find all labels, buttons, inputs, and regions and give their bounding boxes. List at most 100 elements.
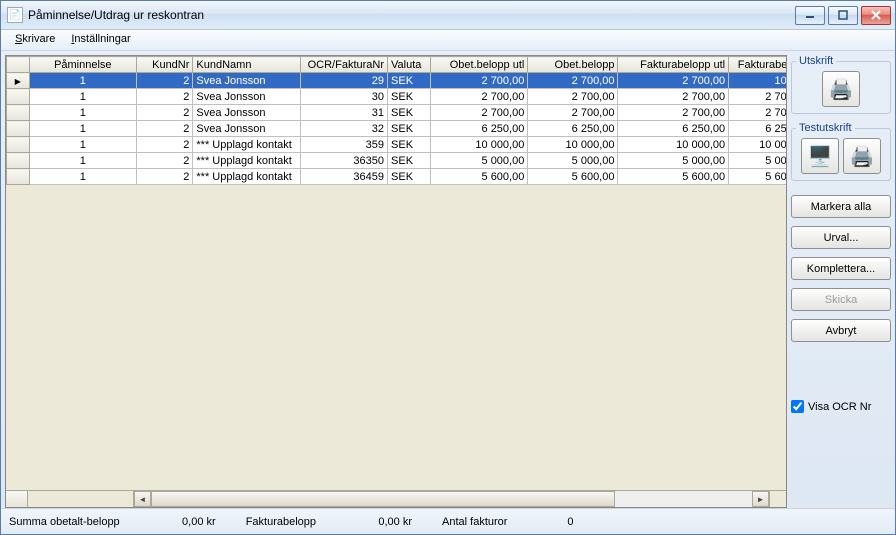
- cell-fakturabelopp[interactable]: 5 000,0: [729, 153, 786, 169]
- cell-paminnelse[interactable]: 1: [29, 89, 137, 105]
- cell-paminnelse[interactable]: 1: [29, 153, 137, 169]
- cell-fakturabelopp-utl[interactable]: 2 700,00: [618, 73, 729, 89]
- row-header[interactable]: [7, 105, 30, 121]
- cell-fakturabelopp-utl[interactable]: 10 000,00: [618, 137, 729, 153]
- cell-obet-utl[interactable]: 2 700,00: [431, 105, 528, 121]
- cell-fakturabelopp[interactable]: 2 700,0: [729, 105, 786, 121]
- scroll-thumb[interactable]: [151, 491, 615, 507]
- cell-kundnamn[interactable]: *** Upplagd kontakt: [193, 137, 301, 153]
- table-row[interactable]: 12Svea Jonsson31SEK2 700,002 700,002 700…: [7, 105, 787, 121]
- cell-kundnamn[interactable]: Svea Jonsson: [193, 73, 301, 89]
- cell-valuta[interactable]: SEK: [388, 137, 431, 153]
- col-valuta[interactable]: Valuta: [388, 57, 431, 73]
- skicka-button[interactable]: Skicka: [791, 288, 891, 311]
- cell-paminnelse[interactable]: 1: [29, 137, 137, 153]
- row-header[interactable]: [7, 89, 30, 105]
- avbryt-button[interactable]: Avbryt: [791, 319, 891, 342]
- cell-kundnr[interactable]: 2: [137, 121, 193, 137]
- cell-fakturabelopp[interactable]: 6 250,0: [729, 121, 786, 137]
- cell-fakturabelopp[interactable]: 100,0: [729, 73, 786, 89]
- row-header[interactable]: [7, 73, 30, 89]
- data-grid[interactable]: Påminnelse KundNr KundNamn OCR/FakturaNr…: [5, 55, 787, 508]
- cell-ocr[interactable]: 32: [300, 121, 387, 137]
- table-row[interactable]: 12Svea Jonsson29SEK2 700,002 700,002 700…: [7, 73, 787, 89]
- table-row[interactable]: 12*** Upplagd kontakt36459SEK5 600,005 6…: [7, 169, 787, 185]
- table-row[interactable]: 12*** Upplagd kontakt36350SEK5 000,005 0…: [7, 153, 787, 169]
- close-button[interactable]: [861, 6, 891, 25]
- cell-kundnamn[interactable]: *** Upplagd kontakt: [193, 169, 301, 185]
- cell-kundnamn[interactable]: *** Upplagd kontakt: [193, 153, 301, 169]
- cell-obet[interactable]: 2 700,00: [528, 89, 618, 105]
- menu-skrivare[interactable]: Skrivare: [7, 30, 63, 50]
- urval-button[interactable]: Urval...: [791, 226, 891, 249]
- cell-kundnamn[interactable]: Svea Jonsson: [193, 105, 301, 121]
- cell-obet[interactable]: 5 600,00: [528, 169, 618, 185]
- cell-obet[interactable]: 6 250,00: [528, 121, 618, 137]
- cell-kundnr[interactable]: 2: [137, 73, 193, 89]
- komplettera-button[interactable]: Komplettera...: [791, 257, 891, 280]
- row-header[interactable]: [7, 169, 30, 185]
- cell-ocr[interactable]: 359: [300, 137, 387, 153]
- cell-fakturabelopp-utl[interactable]: 2 700,00: [618, 89, 729, 105]
- cell-obet-utl[interactable]: 2 700,00: [431, 89, 528, 105]
- test-print-button[interactable]: 🖨️: [843, 138, 881, 174]
- markera-alla-button[interactable]: Markera alla: [791, 195, 891, 218]
- cell-valuta[interactable]: SEK: [388, 105, 431, 121]
- cell-obet-utl[interactable]: 2 700,00: [431, 73, 528, 89]
- scroll-left-button[interactable]: ◄: [134, 491, 151, 507]
- cell-ocr[interactable]: 30: [300, 89, 387, 105]
- col-ocr[interactable]: OCR/FakturaNr: [300, 57, 387, 73]
- cell-kundnr[interactable]: 2: [137, 105, 193, 121]
- cell-kundnamn[interactable]: Svea Jonsson: [193, 89, 301, 105]
- cell-fakturabelopp[interactable]: 10 000,0: [729, 137, 786, 153]
- titlebar[interactable]: 📄 Påminnelse/Utdrag ur reskontran: [1, 1, 895, 30]
- cell-obet[interactable]: 10 000,00: [528, 137, 618, 153]
- cell-valuta[interactable]: SEK: [388, 153, 431, 169]
- cell-obet[interactable]: 2 700,00: [528, 73, 618, 89]
- cell-fakturabelopp-utl[interactable]: 6 250,00: [618, 121, 729, 137]
- cell-valuta[interactable]: SEK: [388, 73, 431, 89]
- visa-ocr-checkbox[interactable]: [791, 400, 804, 413]
- cell-fakturabelopp-utl[interactable]: 5 600,00: [618, 169, 729, 185]
- table-row[interactable]: 12Svea Jonsson30SEK2 700,002 700,002 700…: [7, 89, 787, 105]
- minimize-button[interactable]: [795, 6, 825, 25]
- cell-obet[interactable]: 5 000,00: [528, 153, 618, 169]
- cell-valuta[interactable]: SEK: [388, 89, 431, 105]
- cell-fakturabelopp[interactable]: 2 700,0: [729, 89, 786, 105]
- cell-fakturabelopp-utl[interactable]: 5 000,00: [618, 153, 729, 169]
- cell-obet-utl[interactable]: 10 000,00: [431, 137, 528, 153]
- row-header[interactable]: [7, 137, 30, 153]
- cell-fakturabelopp-utl[interactable]: 2 700,00: [618, 105, 729, 121]
- print-button[interactable]: 🖨️: [822, 71, 860, 107]
- cell-kundnr[interactable]: 2: [137, 169, 193, 185]
- col-obet-utl[interactable]: Obet.belopp utl: [431, 57, 528, 73]
- cell-paminnelse[interactable]: 1: [29, 121, 137, 137]
- scroll-right-button[interactable]: ►: [752, 491, 769, 507]
- menu-installningar[interactable]: Inställningar: [63, 30, 138, 50]
- row-header[interactable]: [7, 153, 30, 169]
- table-row[interactable]: 12*** Upplagd kontakt359SEK10 000,0010 0…: [7, 137, 787, 153]
- table-row[interactable]: 12Svea Jonsson32SEK6 250,006 250,006 250…: [7, 121, 787, 137]
- cell-kundnr[interactable]: 2: [137, 153, 193, 169]
- col-fakturabelopp-utl[interactable]: Fakturabelopp utl: [618, 57, 729, 73]
- cell-valuta[interactable]: SEK: [388, 169, 431, 185]
- cell-kundnr[interactable]: 2: [137, 137, 193, 153]
- cell-valuta[interactable]: SEK: [388, 121, 431, 137]
- cell-fakturabelopp[interactable]: 5 600,0: [729, 169, 786, 185]
- col-fakturabelopp[interactable]: Fakturabelop: [729, 57, 786, 73]
- cell-obet-utl[interactable]: 6 250,00: [431, 121, 528, 137]
- row-header[interactable]: [7, 121, 30, 137]
- grid-corner[interactable]: [7, 57, 30, 73]
- col-kundnamn[interactable]: KundNamn: [193, 57, 301, 73]
- cell-paminnelse[interactable]: 1: [29, 105, 137, 121]
- horizontal-scrollbar[interactable]: ◄ ►: [6, 490, 786, 507]
- maximize-button[interactable]: [828, 6, 858, 25]
- visa-ocr-row[interactable]: Visa OCR Nr: [791, 400, 891, 413]
- preview-button[interactable]: 🖥️: [801, 138, 839, 174]
- cell-paminnelse[interactable]: 1: [29, 73, 137, 89]
- cell-kundnamn[interactable]: Svea Jonsson: [193, 121, 301, 137]
- cell-ocr[interactable]: 36459: [300, 169, 387, 185]
- cell-ocr[interactable]: 31: [300, 105, 387, 121]
- col-obet[interactable]: Obet.belopp: [528, 57, 618, 73]
- cell-obet-utl[interactable]: 5 000,00: [431, 153, 528, 169]
